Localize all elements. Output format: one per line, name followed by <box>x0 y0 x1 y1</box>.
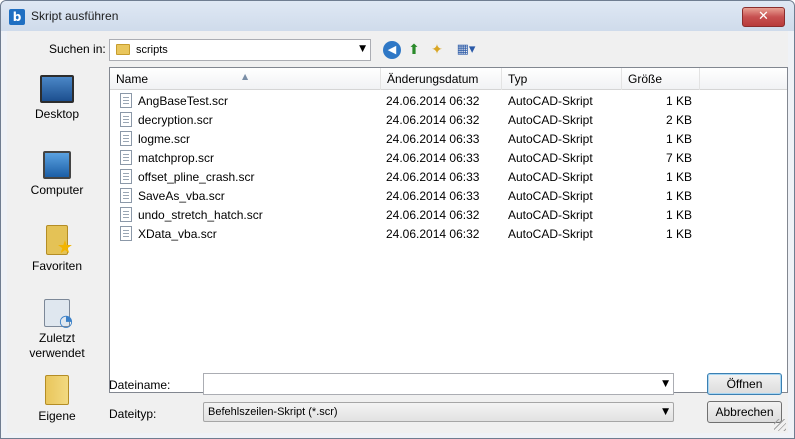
file-name-cell: undo_stretch_hatch.scr <box>138 208 263 222</box>
script-file-icon <box>120 226 132 241</box>
file-name-cell: logme.scr <box>138 132 191 146</box>
list-header: Name ▲ Änderungsdatum Typ Größe <box>110 68 787 90</box>
filename-label: Dateiname: <box>109 378 171 392</box>
place-label: Computer <box>30 183 84 197</box>
desktop-icon <box>40 75 74 103</box>
file-date-cell: 24.06.2014 06:32 <box>386 113 480 127</box>
table-row[interactable]: logme.scr 24.06.2014 06:33 AutoCAD-Skript 1… <box>110 129 787 148</box>
file-size-cell: 1 KB <box>665 170 692 184</box>
place-recent[interactable]: Zuletzt verwendet <box>7 299 107 361</box>
column-header-type[interactable]: Typ <box>502 68 622 90</box>
file-type-cell: AutoCAD-Skript <box>508 189 593 203</box>
new-folder-icon[interactable]: ✦ <box>428 41 446 59</box>
sort-up-icon: ▲ <box>242 72 249 81</box>
script-file-icon <box>120 131 132 146</box>
filename-input[interactable]: ▼ <box>203 373 674 395</box>
chevron-down-icon[interactable]: ▼ <box>662 407 669 417</box>
script-file-icon <box>120 207 132 222</box>
file-size-cell: 1 KB <box>665 208 692 222</box>
libraries-icon <box>45 375 69 405</box>
script-file-icon <box>120 93 132 108</box>
table-row[interactable]: offset_pline_crash.scr 24.06.2014 06:33 Au… <box>110 167 787 186</box>
file-name-cell: matchprop.scr <box>138 151 215 165</box>
open-button[interactable]: Öffnen <box>707 373 782 395</box>
column-header-filler <box>700 68 787 90</box>
place-label: Desktop <box>34 107 80 121</box>
places-bar: Desktop Computer Favoriten Zuletzt verwe… <box>7 67 107 433</box>
place-favorites[interactable]: Favoriten <box>7 225 107 273</box>
cancel-button[interactable]: Abbrechen <box>707 401 782 423</box>
file-date-cell: 24.06.2014 06:33 <box>386 151 480 165</box>
lookin-value: scripts <box>136 44 168 56</box>
file-type-cell: AutoCAD-Skript <box>508 170 593 184</box>
file-type-cell: AutoCAD-Skript <box>508 94 593 108</box>
folder-icon <box>116 44 130 55</box>
table-row[interactable]: AngBaseTest.scr 24.06.2014 06:32 AutoCAD-S… <box>110 91 787 110</box>
close-button[interactable]: ✕ <box>742 7 785 27</box>
file-size-cell: 1 KB <box>665 227 692 241</box>
place-label: Eigene <box>38 409 76 423</box>
file-name-cell: decryption.scr <box>138 113 213 127</box>
table-row[interactable]: SaveAs_vba.scr 24.06.2014 06:33 AutoCAD-Sk… <box>110 186 787 205</box>
place-computer[interactable]: Computer <box>7 151 107 197</box>
chevron-down-icon[interactable]: ▼ <box>662 379 669 389</box>
script-file-icon <box>120 112 132 127</box>
favorites-icon <box>46 225 73 258</box>
up-folder-icon[interactable]: ⬆ <box>405 41 423 59</box>
place-libraries[interactable]: Eigene <box>7 375 107 423</box>
file-type-cell: AutoCAD-Skript <box>508 113 593 127</box>
app-icon: b <box>9 9 25 25</box>
file-date-cell: 24.06.2014 06:32 <box>386 208 480 222</box>
file-date-cell: 24.06.2014 06:33 <box>386 170 480 184</box>
file-type-cell: AutoCAD-Skript <box>508 132 593 146</box>
filetype-select[interactable]: Befehlszeilen-Skript (*.scr) ▼ <box>203 402 674 422</box>
back-icon[interactable]: ◀ <box>383 41 401 59</box>
file-size-cell: 7 KB <box>665 151 692 165</box>
script-file-icon <box>120 150 132 165</box>
file-type-cell: AutoCAD-Skript <box>508 151 593 165</box>
place-label: Zuletzt verwendet <box>29 331 85 360</box>
file-list[interactable]: Name ▲ Änderungsdatum Typ Größe AngBaseT… <box>109 67 788 393</box>
table-row[interactable]: matchprop.scr 24.06.2014 06:33 AutoCAD-Skr… <box>110 148 787 167</box>
file-size-cell: 1 KB <box>665 132 692 146</box>
table-row[interactable]: undo_stretch_hatch.scr 24.06.2014 06:32 Au… <box>110 205 787 224</box>
dialog-window: b Skript ausführen ✕ Suchen in: scripts … <box>0 0 795 439</box>
place-desktop[interactable]: Desktop <box>7 75 107 121</box>
script-file-icon <box>120 188 132 203</box>
file-size-cell: 1 KB <box>665 189 692 203</box>
table-row[interactable]: XData_vba.scr 24.06.2014 06:32 AutoCAD-Skr… <box>110 224 787 243</box>
column-header-size[interactable]: Größe <box>622 68 700 90</box>
place-label: Favoriten <box>31 259 83 273</box>
file-date-cell: 24.06.2014 06:33 <box>386 189 480 203</box>
file-name-cell: offset_pline_crash.scr <box>138 170 255 184</box>
window-title: Skript ausführen <box>31 9 119 23</box>
file-name-cell: SaveAs_vba.scr <box>138 189 225 203</box>
lookin-label: Suchen in: <box>49 42 106 56</box>
file-date-cell: 24.06.2014 06:32 <box>386 227 480 241</box>
resize-grip[interactable] <box>774 419 786 431</box>
filetype-value: Befehlszeilen-Skript (*.scr) <box>208 406 338 418</box>
file-type-cell: AutoCAD-Skript <box>508 208 593 222</box>
file-name-cell: XData_vba.scr <box>138 227 217 241</box>
recent-icon <box>44 299 73 330</box>
file-rows: AngBaseTest.scr 24.06.2014 06:32 AutoCAD-S… <box>110 91 787 243</box>
file-size-cell: 1 KB <box>665 94 692 108</box>
filetype-label: Dateityp: <box>109 407 157 421</box>
view-menu-icon[interactable]: ▦▾ <box>453 41 479 59</box>
title-bar[interactable]: b Skript ausführen ✕ <box>1 1 794 31</box>
computer-icon <box>43 151 71 179</box>
file-type-cell: AutoCAD-Skript <box>508 227 593 241</box>
file-date-cell: 24.06.2014 06:33 <box>386 132 480 146</box>
dialog-client: Suchen in: scripts ▼ ◀ ⬆ ✦ ▦▾ Desktop Co… <box>7 31 788 433</box>
file-name-cell: AngBaseTest.scr <box>138 94 229 108</box>
lookin-combo[interactable]: scripts ▼ <box>109 39 371 61</box>
file-date-cell: 24.06.2014 06:32 <box>386 94 480 108</box>
file-size-cell: 2 KB <box>665 113 692 127</box>
column-header-date[interactable]: Änderungsdatum <box>381 68 502 90</box>
script-file-icon <box>120 169 132 184</box>
table-row[interactable]: decryption.scr 24.06.2014 06:32 AutoCAD-Sk… <box>110 110 787 129</box>
column-header-name[interactable]: Name ▲ <box>110 68 381 90</box>
chevron-down-icon[interactable]: ▼ <box>359 44 366 54</box>
